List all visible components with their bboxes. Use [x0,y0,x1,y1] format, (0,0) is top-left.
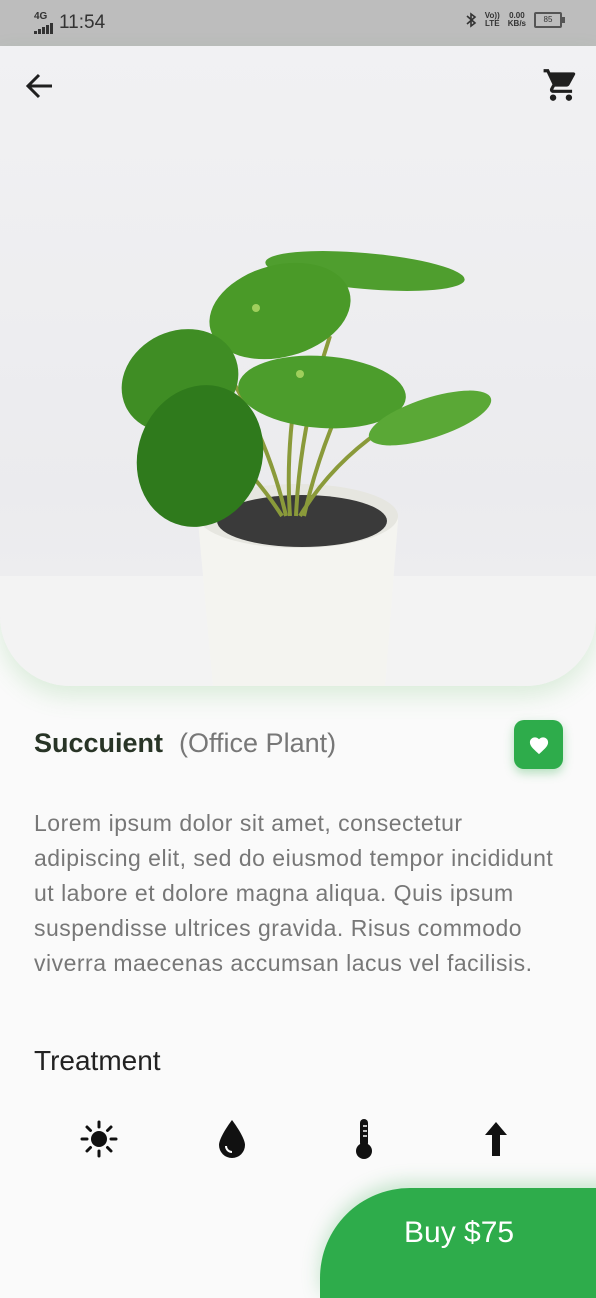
favorite-button[interactable] [514,720,563,769]
heart-icon [529,736,548,754]
volte-indicator: Vo)) LTE [484,11,500,28]
shopping-cart-icon [543,69,576,101]
battery-level: 85 [543,15,553,24]
network-speed: 0.00 KB/s [507,11,526,28]
product-category: (Office Plant) [179,728,337,758]
cart-button[interactable] [542,66,580,104]
status-right: Vo)) LTE 0.00 KB/s 85 [465,11,565,28]
arrow-left-icon [25,73,52,99]
sun-icon [79,1118,119,1160]
product-name: Succuient [34,728,164,758]
battery-icon: 85 [534,12,565,28]
network-type: 4G [34,11,48,22]
buy-button-label: Buy $75 [404,1216,515,1249]
plant-illustration [121,251,492,686]
treatment-title: Treatment [34,1045,161,1076]
thermometer-icon [344,1118,384,1160]
bluetooth-icon [466,12,477,28]
status-left: 4G 11:54 [34,12,105,34]
product-title-row: Succuient (Office Plant) [34,728,336,759]
back-button[interactable] [22,66,58,102]
product-image [0,46,596,686]
network-indicator: 4G [34,12,53,34]
signal-icon [34,22,53,34]
water-drop-icon [212,1118,252,1160]
status-time: 11:54 [59,12,106,33]
product-description: Lorem ipsum dolor sit amet, consectetur … [34,810,554,976]
arrow-up-icon [476,1118,516,1160]
buy-button[interactable]: Buy $75 [320,1188,596,1298]
status-bar: 4G 11:54 Vo)) LTE 0.00 KB/s 85 [0,0,596,46]
